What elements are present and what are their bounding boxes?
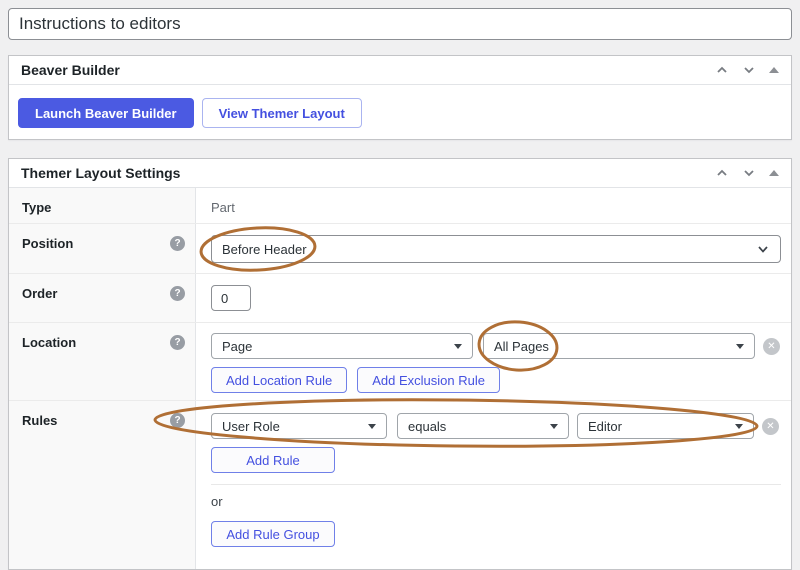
- themer-settings-title: Themer Layout Settings: [21, 165, 715, 181]
- view-themer-layout-button[interactable]: View Themer Layout: [202, 98, 362, 128]
- help-icon[interactable]: ?: [170, 236, 185, 251]
- rule-operator-select[interactable]: equals: [397, 413, 569, 439]
- type-label-cell: Type: [9, 188, 196, 223]
- location-label-cell: Location ?: [9, 323, 196, 400]
- position-label: Position: [22, 236, 170, 251]
- rule-field-select[interactable]: User Role: [211, 413, 387, 439]
- chevron-down-icon: [756, 242, 770, 256]
- move-down-icon[interactable]: [742, 166, 756, 180]
- or-label: or: [211, 494, 781, 509]
- position-label-cell: Position ?: [9, 224, 196, 273]
- caret-down-icon: [550, 424, 558, 429]
- rule-field-value: User Role: [222, 419, 280, 434]
- rules-row: Rules ? User Role equals Editor ✕: [9, 401, 791, 569]
- help-icon[interactable]: ?: [170, 335, 185, 350]
- rule-value-value: Editor: [588, 419, 622, 434]
- caret-down-icon: [735, 424, 743, 429]
- location-object-select[interactable]: Page: [211, 333, 473, 359]
- position-select-value: Before Header: [222, 242, 307, 257]
- order-row: Order ?: [9, 274, 791, 323]
- beaver-builder-metabox: Beaver Builder Launch Beaver Builder Vie…: [8, 55, 792, 140]
- location-scope-value: All Pages: [494, 339, 549, 354]
- remove-rule-icon[interactable]: ✕: [762, 418, 779, 435]
- add-exclusion-rule-button[interactable]: Add Exclusion Rule: [357, 367, 500, 393]
- collapse-toggle-icon[interactable]: [769, 67, 779, 73]
- location-row: Location ? Page All Pages ✕ Add Location…: [9, 323, 791, 401]
- add-rule-group-button[interactable]: Add Rule Group: [211, 521, 335, 547]
- type-label: Type: [22, 200, 185, 215]
- add-location-rule-button[interactable]: Add Location Rule: [211, 367, 347, 393]
- type-value: Part: [211, 188, 781, 215]
- order-label-cell: Order ?: [9, 274, 196, 322]
- location-object-value: Page: [222, 339, 252, 354]
- collapse-toggle-icon[interactable]: [769, 170, 779, 176]
- move-up-icon[interactable]: [715, 63, 729, 77]
- caret-down-icon: [368, 424, 376, 429]
- move-down-icon[interactable]: [742, 63, 756, 77]
- help-icon[interactable]: ?: [170, 286, 185, 301]
- help-icon[interactable]: ?: [170, 413, 185, 428]
- add-rule-button[interactable]: Add Rule: [211, 447, 335, 473]
- rule-value-select[interactable]: Editor: [577, 413, 754, 439]
- themer-layout-settings-metabox: Themer Layout Settings Type Part Positio…: [8, 158, 792, 570]
- rule-operator-value: equals: [408, 419, 446, 434]
- location-scope-select[interactable]: All Pages: [483, 333, 755, 359]
- rule-group-divider: [211, 484, 781, 485]
- caret-down-icon: [736, 344, 744, 349]
- position-row: Position ? Before Header: [9, 224, 791, 274]
- type-row: Type Part: [9, 188, 791, 224]
- launch-beaver-builder-button[interactable]: Launch Beaver Builder: [18, 98, 194, 128]
- move-up-icon[interactable]: [715, 166, 729, 180]
- themer-settings-header: Themer Layout Settings: [9, 159, 791, 188]
- position-select[interactable]: Before Header: [211, 235, 781, 263]
- beaver-builder-title: Beaver Builder: [21, 62, 715, 78]
- remove-location-icon[interactable]: ✕: [763, 338, 780, 355]
- order-input[interactable]: [211, 285, 251, 311]
- location-label: Location: [22, 335, 170, 350]
- beaver-builder-header: Beaver Builder: [9, 56, 791, 85]
- rules-label-cell: Rules ?: [9, 401, 196, 569]
- rules-label: Rules: [22, 413, 170, 428]
- caret-down-icon: [454, 344, 462, 349]
- beaver-builder-content: Launch Beaver Builder View Themer Layout: [9, 85, 791, 141]
- post-title-input[interactable]: [8, 8, 792, 40]
- order-label: Order: [22, 286, 170, 301]
